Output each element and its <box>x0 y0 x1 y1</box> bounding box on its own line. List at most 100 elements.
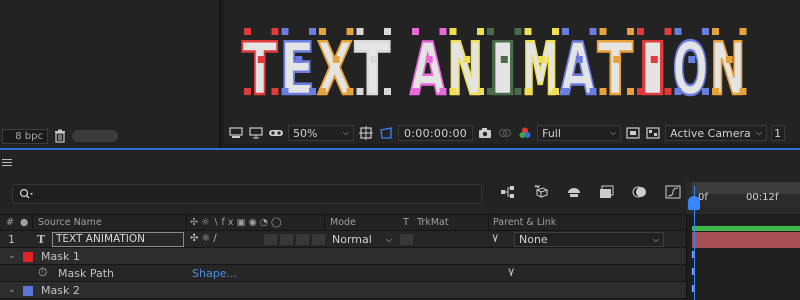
mask-vertex[interactable] <box>712 88 719 95</box>
mask-vertex[interactable] <box>477 88 484 95</box>
mask-vertex[interactable] <box>650 56 658 63</box>
current-time-handle[interactable] <box>688 196 700 210</box>
resolution-select[interactable]: Full ⌵ <box>537 125 622 141</box>
mask-vertex[interactable] <box>627 28 634 35</box>
camera-select[interactable]: Active Camera ⌵ <box>665 125 768 141</box>
mask-vertex[interactable] <box>319 88 326 95</box>
mask-vertex[interactable] <box>384 28 391 35</box>
mask-color-swatch[interactable] <box>23 286 33 296</box>
mask-vertex[interactable] <box>281 28 289 35</box>
layer-row[interactable]: 1 T TEXT ANIMATION ✣☼∕ Normal ⌵ ٧ None ⌵ <box>0 231 686 248</box>
mask-vertex[interactable] <box>514 88 522 95</box>
mask-vertex[interactable] <box>552 88 559 95</box>
pickwhip-icon[interactable]: ٧ <box>508 265 514 279</box>
mask-vertex[interactable] <box>477 28 484 35</box>
mask-vertex[interactable] <box>702 28 709 35</box>
col-parent[interactable]: Parent & Link <box>493 217 556 228</box>
color-channels-icon[interactable] <box>517 125 533 141</box>
mask-vertex[interactable] <box>487 28 494 35</box>
mask-path-row[interactable]: ⏱ Mask Path Shape... ٧ <box>0 265 686 282</box>
mask-vertex[interactable] <box>449 88 457 95</box>
mask-vertex[interactable] <box>271 88 279 95</box>
fit-region-icon[interactable] <box>358 125 374 141</box>
layer-duration-bar[interactable] <box>692 232 800 248</box>
mask-vertex[interactable] <box>599 28 607 35</box>
preserve-transparency-toggle[interactable] <box>400 234 413 245</box>
mask-vertex[interactable] <box>384 88 391 95</box>
always-preview-icon[interactable] <box>228 125 244 141</box>
graph-editor-icon[interactable] <box>665 184 681 200</box>
mask-vertex[interactable] <box>257 56 265 63</box>
expand-chevron-icon[interactable]: ⌄ <box>8 285 16 295</box>
mask-vertex[interactable] <box>538 56 546 63</box>
mask-path-value[interactable]: Shape... <box>192 267 237 280</box>
switch-box[interactable] <box>264 234 277 245</box>
mask-vertex[interactable] <box>674 88 682 95</box>
mask-vertex[interactable] <box>449 28 457 35</box>
mask-vertex[interactable] <box>346 28 354 35</box>
mask-vertex[interactable] <box>370 56 378 63</box>
mask-vertex[interactable] <box>439 28 447 35</box>
col-mode[interactable]: Mode <box>330 217 356 228</box>
mask-row[interactable]: ⌄ Mask 1 <box>0 248 686 265</box>
mask-vertex[interactable] <box>599 88 607 95</box>
mask-vertex[interactable] <box>627 88 634 95</box>
zoom-select[interactable]: 50% ⌵ <box>288 125 354 141</box>
timecode-field[interactable]: 0:00:00:00 <box>398 125 474 141</box>
switch-box[interactable] <box>296 234 309 245</box>
mask-vertex[interactable] <box>589 28 597 35</box>
search-input[interactable] <box>12 184 482 204</box>
mask-vertex[interactable] <box>244 28 251 35</box>
region-of-interest-icon[interactable] <box>378 125 394 141</box>
stopwatch-icon[interactable]: ⏱ <box>38 265 47 280</box>
mask-vertex[interactable] <box>356 28 364 35</box>
draft-3d-icon[interactable] <box>533 184 549 200</box>
mask-vertex[interactable] <box>500 56 508 63</box>
mask-vertex[interactable] <box>487 88 494 95</box>
mask-vertex[interactable] <box>562 28 569 35</box>
vr-goggles-icon[interactable] <box>268 125 284 141</box>
mask-vertex[interactable] <box>664 28 672 35</box>
flowchart-icon[interactable] <box>500 184 516 200</box>
mask-vertex[interactable] <box>664 88 672 95</box>
fast-previews-icon[interactable] <box>625 125 641 141</box>
expand-chevron-icon[interactable]: ⌄ <box>8 251 16 261</box>
panel-menu-icon[interactable] <box>2 158 12 166</box>
show-snapshot-icon[interactable] <box>497 125 513 141</box>
mask-vertex[interactable] <box>524 28 532 35</box>
mask-vertex[interactable] <box>412 88 419 95</box>
shy-layers-icon[interactable] <box>566 184 582 200</box>
thumbnail-slider[interactable] <box>72 130 118 142</box>
mask-vertex[interactable] <box>309 88 316 95</box>
mask-vertex[interactable] <box>524 88 532 95</box>
mask-vertex[interactable] <box>575 56 583 63</box>
camera-snapshot-icon[interactable] <box>477 125 493 141</box>
mask-vertex[interactable] <box>514 28 522 35</box>
mask-vertex[interactable] <box>295 56 303 63</box>
mask-color-swatch[interactable] <box>23 252 33 262</box>
mask-vertex[interactable] <box>739 88 747 95</box>
frame-blending-icon[interactable] <box>599 184 615 200</box>
mask-vertex[interactable] <box>739 28 747 35</box>
mask-vertex[interactable] <box>613 56 621 63</box>
mask-vertex[interactable] <box>412 28 419 35</box>
mask-vertex[interactable] <box>562 88 569 95</box>
pickwhip-icon[interactable]: ٧ <box>492 231 498 245</box>
mask-vertex[interactable] <box>637 28 644 35</box>
monitor-icon[interactable] <box>248 125 264 141</box>
mask-vertex[interactable] <box>463 56 471 63</box>
mask-vertex[interactable] <box>702 88 709 95</box>
switch-box[interactable] <box>312 234 325 245</box>
layer-name[interactable]: TEXT ANIMATION <box>52 232 184 247</box>
mask-vertex[interactable] <box>725 56 733 63</box>
mask-vertex[interactable] <box>356 88 364 95</box>
mask-vertex[interactable] <box>346 88 354 95</box>
motion-blur-icon[interactable] <box>632 184 648 200</box>
mask-vertex[interactable] <box>712 28 719 35</box>
mask-vertex[interactable] <box>244 88 251 95</box>
switch-box[interactable] <box>280 234 293 245</box>
trash-icon[interactable] <box>54 129 66 143</box>
mask-vertex[interactable] <box>688 56 696 63</box>
col-trkmat[interactable]: TrkMat <box>417 217 449 228</box>
mask-vertex[interactable] <box>552 28 559 35</box>
